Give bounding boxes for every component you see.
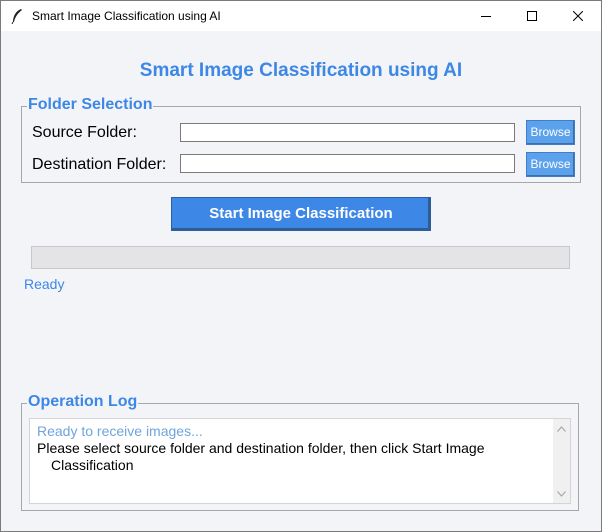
- start-classification-button[interactable]: Start Image Classification: [171, 197, 431, 231]
- log-text-area[interactable]: Ready to receive images... Please select…: [29, 418, 571, 504]
- operation-log-legend: Operation Log: [27, 393, 139, 411]
- log-line: Ready to receive images...: [37, 423, 203, 439]
- status-label: Ready: [24, 276, 65, 292]
- maximize-button[interactable]: [509, 1, 555, 31]
- close-button[interactable]: [555, 1, 601, 31]
- log-scrollbar[interactable]: [553, 419, 570, 503]
- folder-selection-legend: Folder Selection: [27, 96, 154, 114]
- folder-selection-group: Folder Selection Source Folder: Browse D…: [21, 96, 581, 183]
- maximize-icon: [527, 11, 537, 21]
- source-browse-button[interactable]: Browse: [526, 120, 575, 145]
- scroll-up-icon[interactable]: [557, 426, 566, 432]
- minimize-icon: [481, 16, 491, 17]
- title-bar: Smart Image Classification using AI: [1, 1, 601, 31]
- window-title: Smart Image Classification using AI: [32, 9, 221, 23]
- close-icon: [573, 11, 583, 21]
- page-title: Smart Image Classification using AI: [139, 60, 463, 81]
- minimize-button[interactable]: [463, 1, 509, 31]
- source-folder-label: Source Folder:: [32, 124, 137, 141]
- operation-log-group: Operation Log Ready to receive images...…: [21, 393, 579, 511]
- progress-bar: [31, 246, 570, 269]
- destination-folder-input[interactable]: [180, 154, 515, 173]
- scroll-down-icon[interactable]: [557, 491, 566, 497]
- destination-browse-button[interactable]: Browse: [526, 152, 575, 177]
- destination-folder-label: Destination Folder:: [32, 156, 167, 173]
- log-line: Please select source folder and destinat…: [37, 440, 485, 473]
- source-folder-input[interactable]: [180, 123, 515, 142]
- feather-icon: [11, 9, 22, 24]
